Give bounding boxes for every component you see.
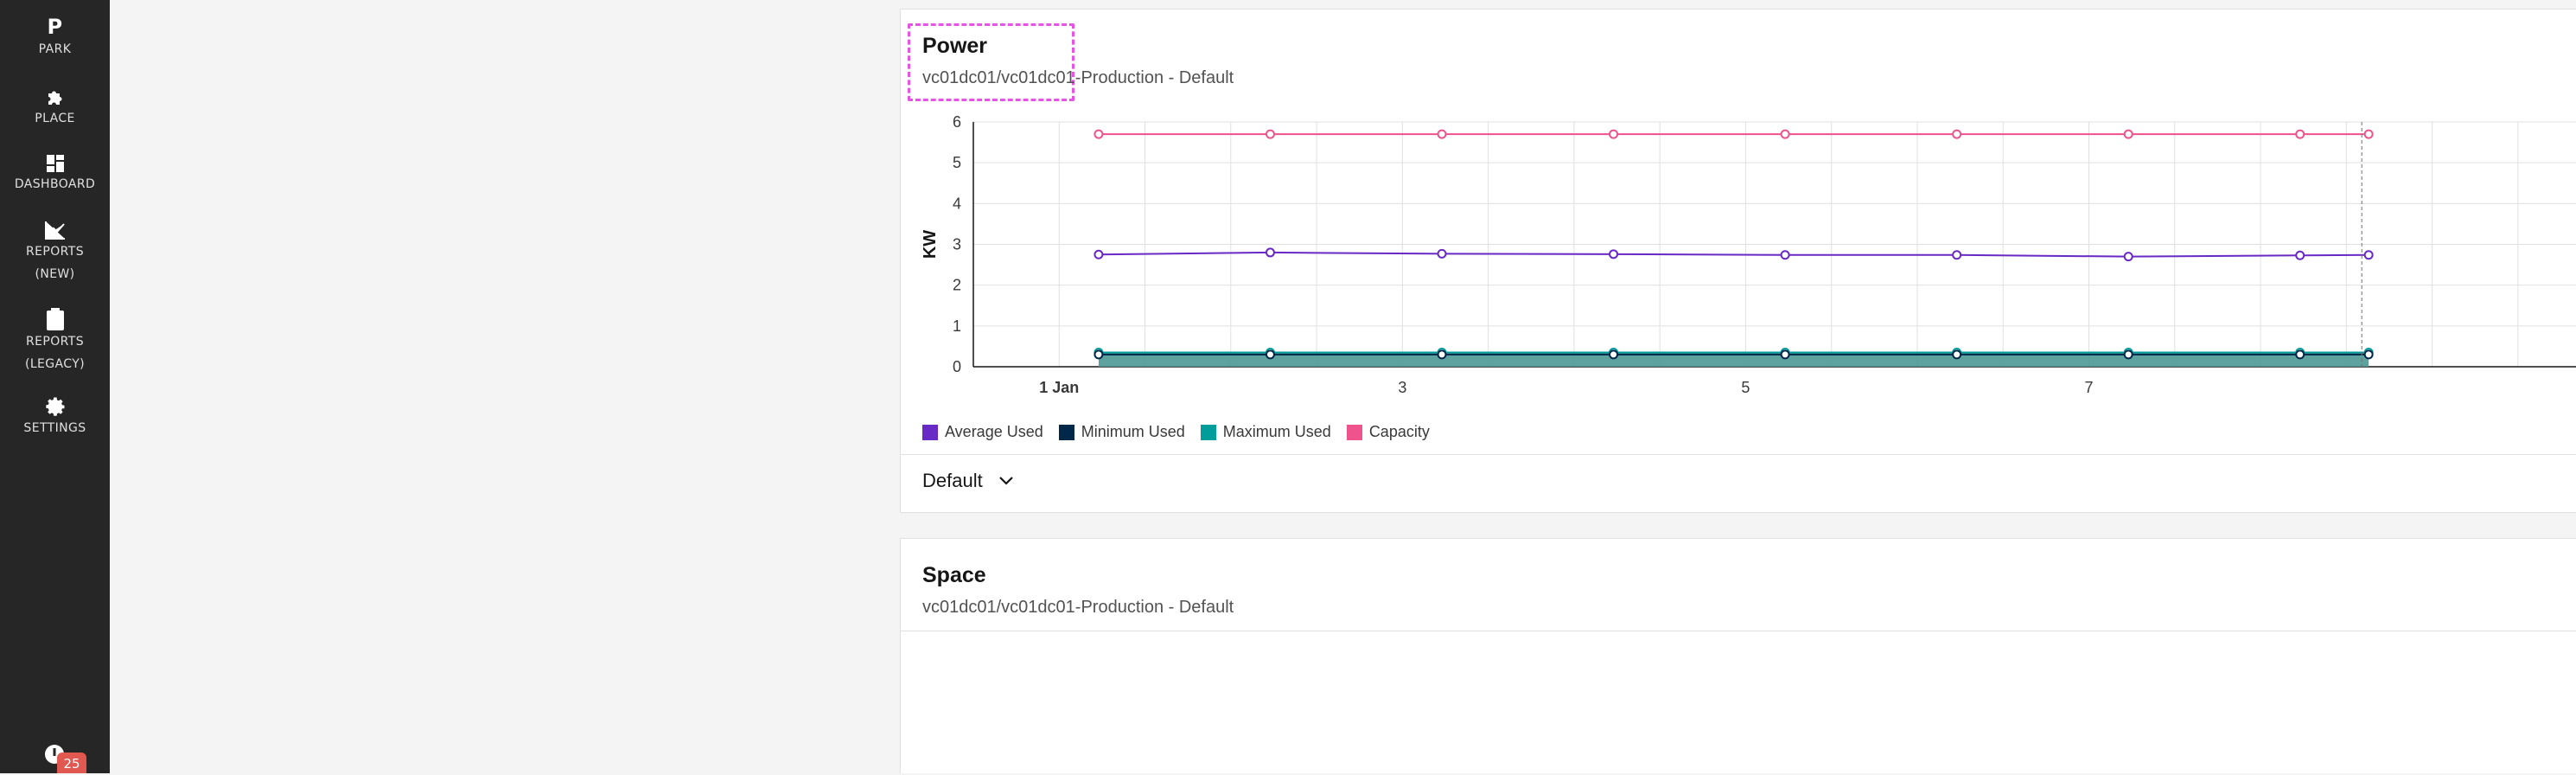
average-used-point bbox=[1437, 248, 1447, 259]
capacity-point bbox=[1265, 129, 1275, 139]
power-chart[interactable]: 0 1 2 3 4 5 6 KW 1 Jan 3 5 7 bbox=[901, 105, 2576, 416]
average-used-point bbox=[2123, 252, 2133, 262]
logo-icon: P bbox=[47, 15, 63, 39]
nav-label-reports-new: REPORTS bbox=[26, 245, 84, 259]
capacity-point bbox=[1952, 129, 1962, 139]
capacity-point bbox=[1609, 129, 1619, 139]
dashboard-canvas: Power vc01dc01/vc01dc01-Production - Def… bbox=[110, 0, 2576, 773]
space-widget: Space vc01dc01/vc01dc01-Production - Def… bbox=[900, 538, 2576, 773]
nav-item-park[interactable]: P PARK bbox=[0, 16, 110, 61]
divider bbox=[901, 454, 2576, 455]
legend-item-minimum-used[interactable]: Minimum Used bbox=[1058, 423, 1185, 441]
average-used-point bbox=[1952, 250, 1962, 260]
minimum-used-point bbox=[1952, 349, 1962, 360]
nav-sublabel-reports-new: (NEW) bbox=[35, 267, 75, 281]
power-widget: Power vc01dc01/vc01dc01-Production - Def… bbox=[900, 9, 2576, 513]
legend-label: Average Used bbox=[945, 423, 1043, 440]
minimum-used-point bbox=[2123, 349, 2133, 360]
clipboard-icon bbox=[46, 308, 64, 330]
notification-count-badge: 25 bbox=[57, 753, 86, 773]
y-tick-label: 3 bbox=[953, 236, 961, 253]
gear-icon bbox=[45, 397, 64, 416]
x-tick-label: 1 Jan bbox=[1039, 379, 1079, 396]
legend-label: Minimum Used bbox=[1081, 423, 1185, 440]
legend-item-maximum-used[interactable]: Maximum Used bbox=[1200, 423, 1331, 441]
y-tick-label: 6 bbox=[953, 113, 961, 131]
legend-swatch bbox=[1200, 424, 1216, 440]
minimum-used-point bbox=[2295, 349, 2305, 360]
power-widget-subtitle: vc01dc01/vc01dc01-Production - Default bbox=[922, 68, 1234, 87]
capacity-point bbox=[1094, 129, 1104, 139]
x-tick-label: 7 bbox=[2085, 379, 2094, 396]
nav-label-park: PARK bbox=[38, 42, 72, 56]
minimum-used-point bbox=[1780, 349, 1790, 360]
y-tick-label: 5 bbox=[953, 154, 961, 171]
capacity-point bbox=[2123, 129, 2133, 139]
y-axis-label: KW bbox=[921, 230, 940, 259]
chart-legend: Average Used Minimum Used Maximum Used C… bbox=[922, 423, 1430, 441]
dropdown-value: Default bbox=[922, 470, 983, 491]
nav-item-settings[interactable]: SETTINGS bbox=[0, 396, 110, 439]
legend-swatch bbox=[1346, 424, 1362, 440]
chart-line-icon bbox=[44, 221, 65, 240]
capacity-point bbox=[1437, 129, 1447, 139]
y-tick-label: 0 bbox=[953, 358, 961, 375]
y-tick-label: 2 bbox=[953, 277, 961, 294]
nav-item-place[interactable]: PLACE bbox=[0, 86, 110, 130]
average-used-point bbox=[1780, 250, 1790, 260]
legend-item-average-used[interactable]: Average Used bbox=[922, 423, 1043, 441]
nav-item-dashboard[interactable]: DASHBOARD bbox=[0, 154, 110, 195]
capacity-point bbox=[2363, 129, 2374, 139]
nav-item-reports-legacy[interactable]: REPORTS (LEGACY) bbox=[0, 308, 110, 375]
capacity-point bbox=[2295, 129, 2305, 139]
nav-label-dashboard: DASHBOARD bbox=[14, 177, 96, 191]
legend-item-capacity[interactable]: Capacity bbox=[1346, 423, 1430, 441]
x-tick-label: 3 bbox=[1398, 379, 1406, 396]
minimum-used-point bbox=[1265, 349, 1275, 360]
average-used-line bbox=[1098, 251, 2369, 258]
nav-label-place: PLACE bbox=[35, 112, 75, 125]
nav-sublabel-reports-legacy: (LEGACY) bbox=[24, 357, 86, 371]
puzzle-icon bbox=[48, 91, 61, 105]
dashboard-icon bbox=[46, 155, 64, 172]
power-widget-title: Power bbox=[922, 34, 988, 58]
x-tick-label: 5 bbox=[1741, 379, 1750, 396]
minimum-used-point bbox=[1094, 349, 1104, 360]
space-dropdown[interactable]: Default bbox=[922, 470, 1014, 492]
nav-item-reports-new[interactable]: REPORTS (NEW) bbox=[0, 220, 110, 285]
y-tick-label: 1 bbox=[953, 317, 961, 335]
minimum-used-point bbox=[2363, 349, 2374, 360]
minimum-used-point bbox=[1437, 349, 1447, 360]
capacity-point bbox=[1780, 129, 1790, 139]
average-used-point bbox=[1265, 247, 1275, 258]
sidebar: P PARK PLACE DASHBOARD REPORTS (NEW) REP… bbox=[0, 0, 110, 773]
minimum-used-point bbox=[1609, 349, 1619, 360]
space-widget-title: Space bbox=[922, 563, 986, 587]
average-used-point bbox=[2295, 250, 2305, 260]
legend-swatch bbox=[1058, 424, 1074, 440]
average-used-point bbox=[1094, 249, 1104, 259]
average-used-point bbox=[2363, 250, 2374, 260]
chevron-down-icon bbox=[998, 477, 1013, 485]
nav-label-reports-legacy: REPORTS bbox=[26, 335, 84, 349]
legend-label: Maximum Used bbox=[1222, 423, 1331, 440]
legend-label: Capacity bbox=[1368, 423, 1430, 440]
average-used-point bbox=[1609, 249, 1619, 259]
y-tick-label: 4 bbox=[953, 195, 961, 212]
nav-label-settings: SETTINGS bbox=[23, 421, 86, 435]
space-widget-subtitle: vc01dc01/vc01dc01-Production - Default bbox=[922, 598, 1234, 617]
space-chart-area bbox=[901, 632, 2576, 773]
legend-swatch bbox=[922, 424, 938, 440]
